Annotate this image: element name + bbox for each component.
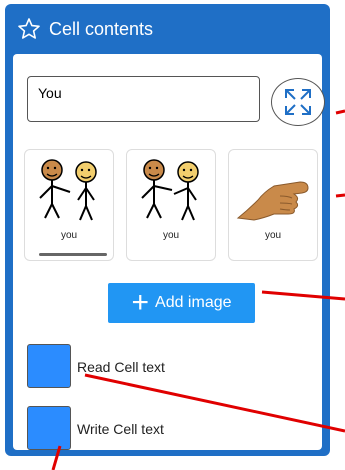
annotation-lines [51,109,345,470]
annotation-line [51,445,62,470]
annotation-line [261,290,345,301]
annotation-line [335,193,345,198]
annotation-line [335,109,345,115]
annotation-line [84,373,345,433]
